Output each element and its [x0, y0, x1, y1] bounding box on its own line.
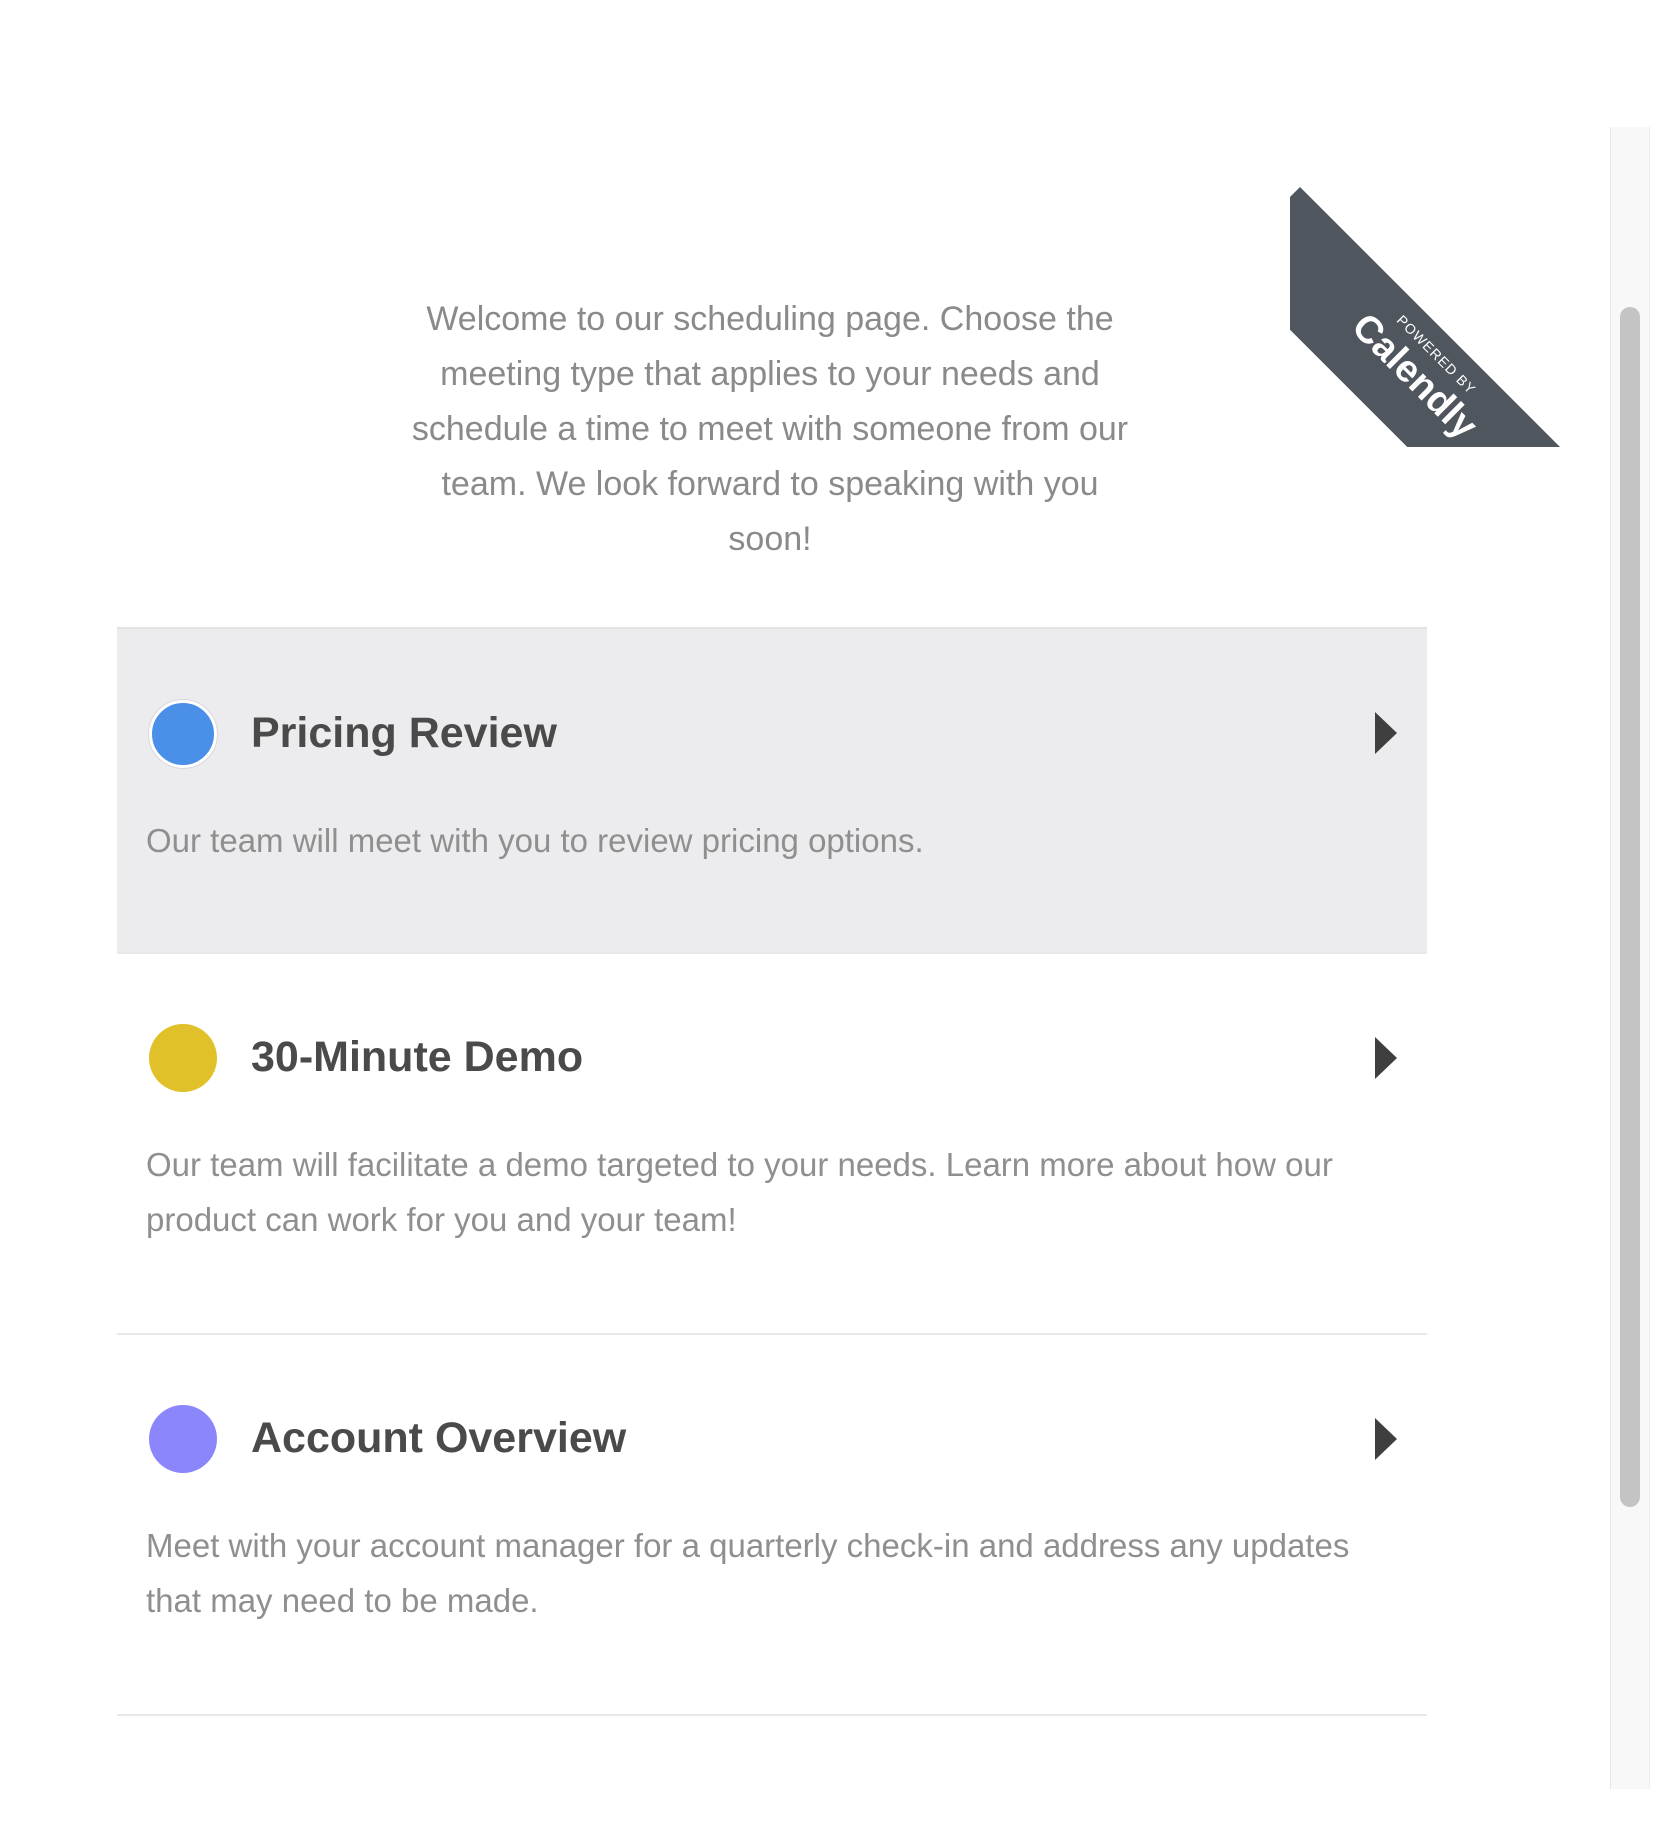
event-title: Pricing Review — [251, 709, 557, 757]
caret-right-icon[interactable] — [1375, 712, 1397, 754]
event-color-dot — [149, 700, 217, 768]
event-title: Account Overview — [251, 1414, 627, 1462]
vertical-scrollbar[interactable] — [1610, 127, 1650, 1789]
powered-by-badge[interactable]: POWERED BY Calendly — [1290, 187, 1605, 447]
event-type-account-overview[interactable]: Account Overview Meet with your account … — [117, 1335, 1427, 1716]
event-description: Meet with your account manager for a qua… — [146, 1527, 1350, 1619]
caret-right-icon[interactable] — [1375, 1037, 1397, 1079]
event-type-pricing-review[interactable]: Pricing Review Our team will meet with y… — [117, 627, 1427, 954]
event-color-dot — [149, 1024, 217, 1092]
event-description: Our team will facilitate a demo targeted… — [146, 1146, 1333, 1238]
powered-by-ribbon[interactable]: POWERED BY Calendly — [1290, 127, 1610, 447]
caret-right-icon[interactable] — [1375, 1418, 1397, 1460]
event-type-30-minute-demo[interactable]: 30-Minute Demo Our team will facilitate … — [117, 954, 1427, 1335]
event-type-list: Pricing Review Our team will meet with y… — [117, 627, 1427, 1716]
scrollbar-thumb[interactable] — [1620, 307, 1640, 1507]
intro-text: Welcome to our scheduling page. Choose t… — [411, 300, 1129, 558]
event-color-dot — [149, 1405, 217, 1473]
scheduling-page: POWERED BY Calendly Welcome to our sched… — [0, 0, 1668, 1839]
event-title: 30-Minute Demo — [251, 1033, 584, 1081]
event-description: Our team will meet with you to review pr… — [146, 822, 924, 859]
scheduling-panel: POWERED BY Calendly Welcome to our sched… — [0, 127, 1610, 1789]
